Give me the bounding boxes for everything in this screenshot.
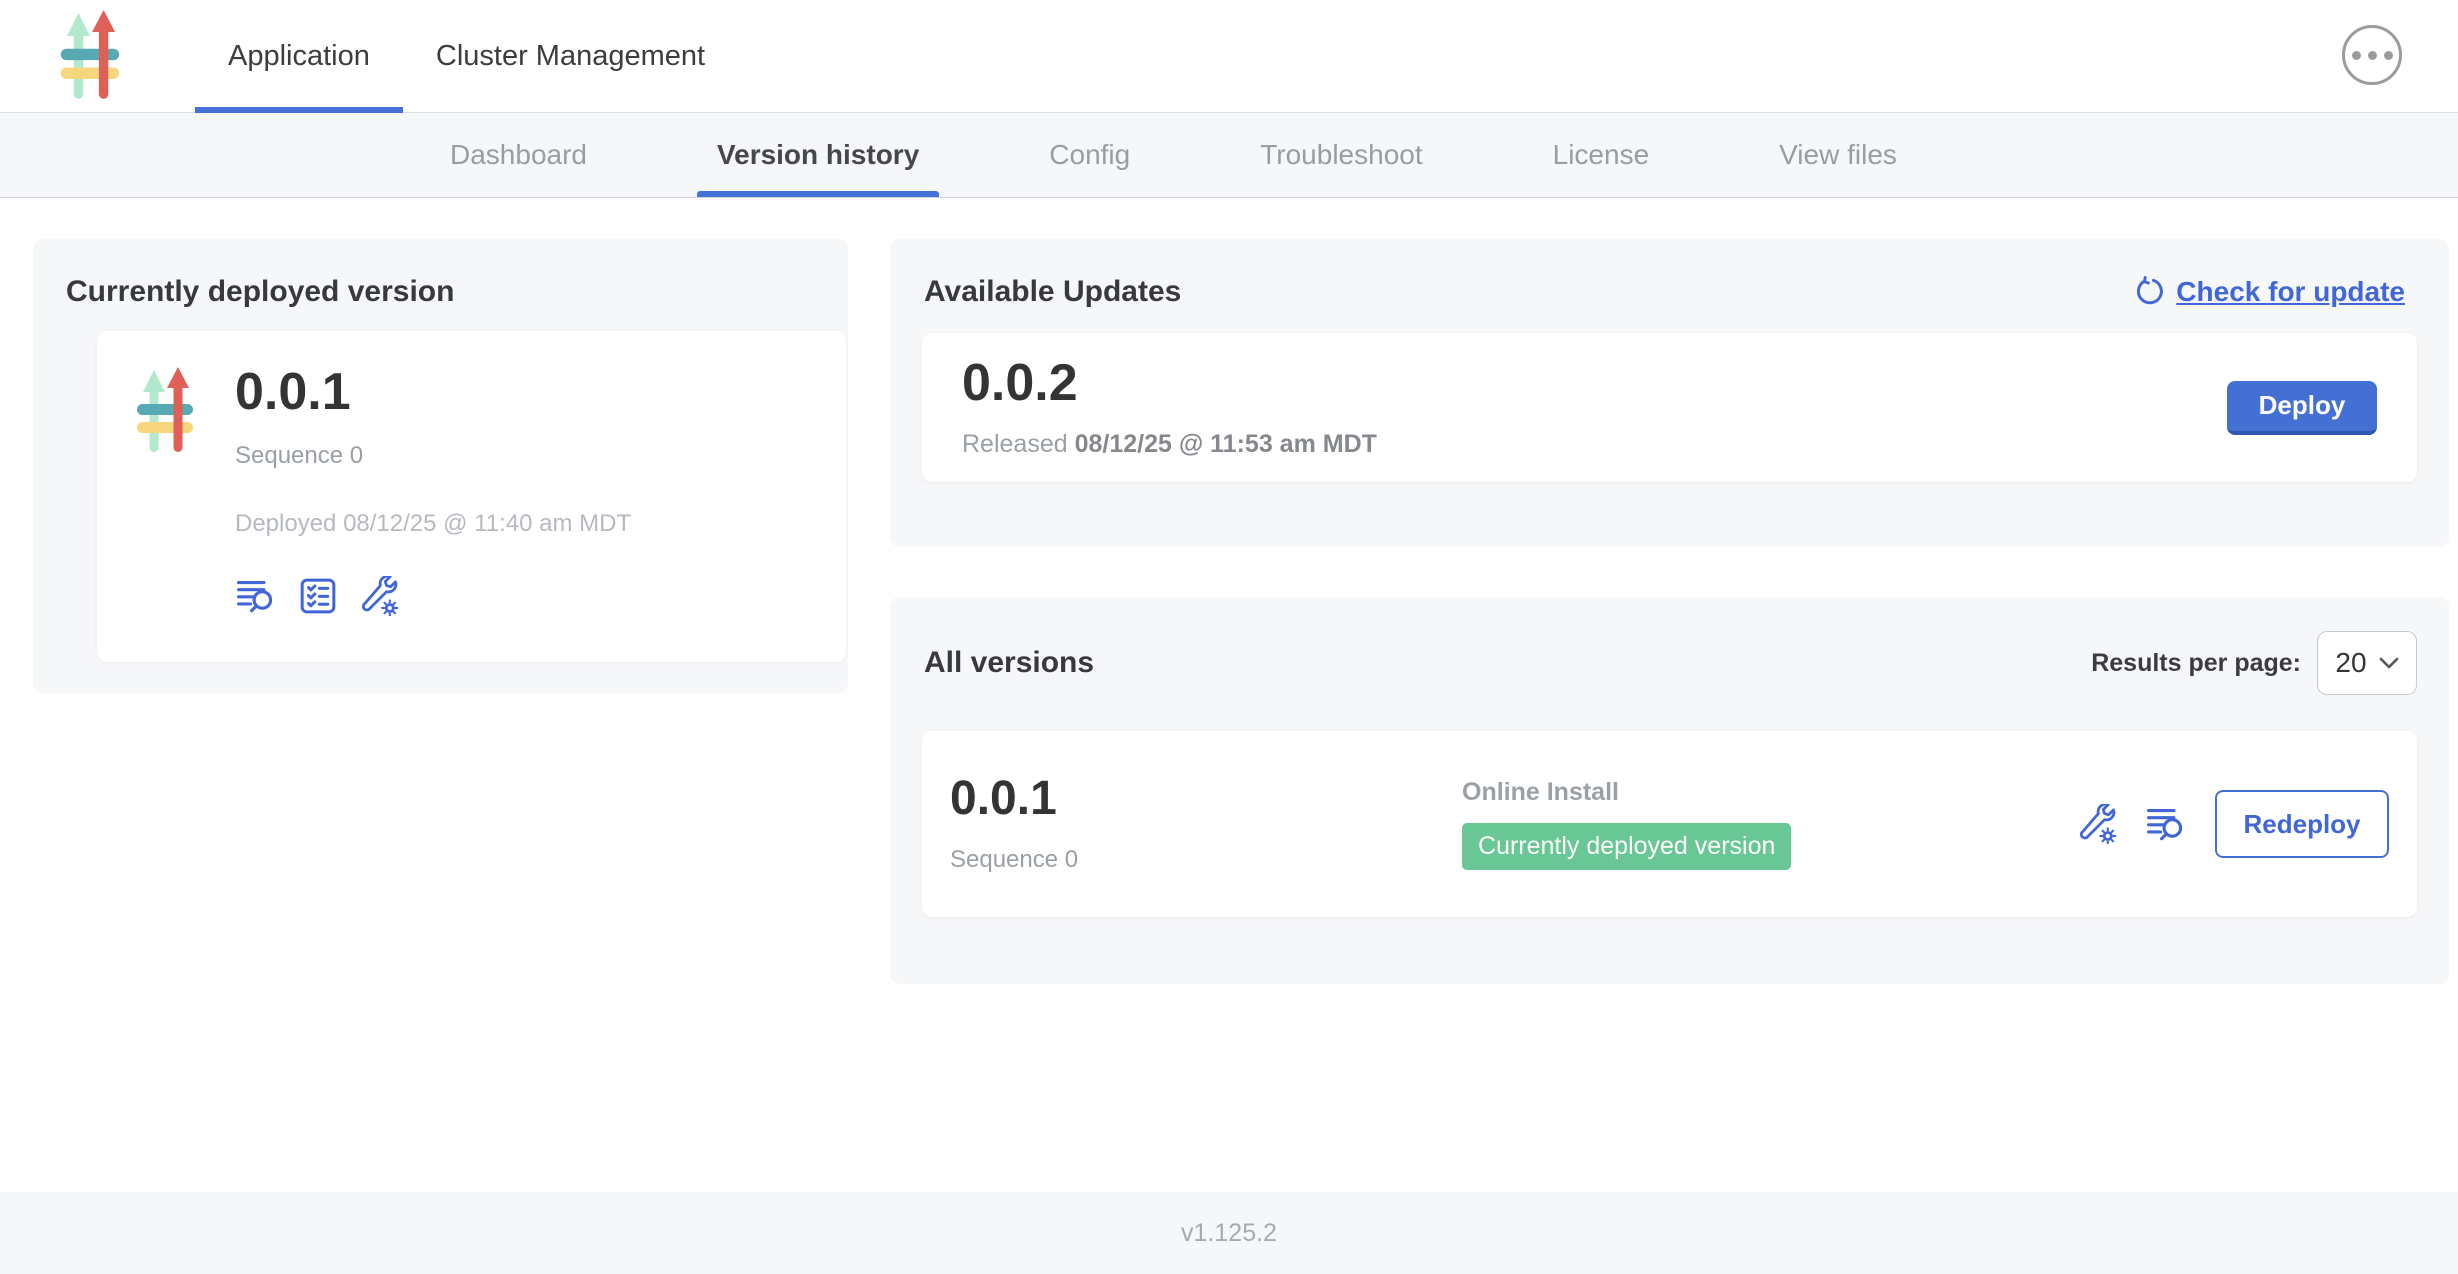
tab-cluster-management[interactable]: Cluster Management (403, 0, 738, 112)
currently-deployed-title: Currently deployed version (66, 275, 815, 309)
app-logo (55, 0, 125, 112)
subnav-version-history-label: Version history (717, 139, 919, 171)
update-row: 0.0.2 Released 08/12/25 @ 11:53 am MDT D… (922, 333, 2417, 482)
available-updates-title: Available Updates (924, 275, 1181, 309)
released-prefix: Released (962, 430, 1075, 458)
app-logo-icon (55, 9, 125, 103)
subnav-item-config[interactable]: Config (1049, 113, 1130, 197)
subnav-item-view-files[interactable]: View files (1779, 113, 1897, 197)
available-updates-card: Available Updates Check for update 0.0.2… (890, 239, 2449, 547)
update-released-timestamp: Released 08/12/25 @ 11:53 am MDT (962, 430, 1377, 459)
currently-deployed-badge: Currently deployed version (1462, 823, 1791, 870)
tab-application[interactable]: Application (195, 0, 403, 112)
subnav-item-troubleshoot[interactable]: Troubleshoot (1260, 113, 1422, 197)
app-logo-icon (135, 365, 195, 457)
preflight-checks-icon[interactable] (299, 577, 337, 615)
page-footer: v1.125.2 (0, 1192, 2458, 1274)
install-type: Online Install (1462, 778, 1791, 807)
row-version-number: 0.0.1 (950, 774, 1078, 824)
deployed-sequence: Sequence 0 (235, 442, 631, 470)
deployed-timestamp: Deployed 08/12/25 @ 11:40 am MDT (235, 510, 631, 538)
subnav-item-dashboard[interactable]: Dashboard (450, 113, 587, 197)
row-sequence: Sequence 0 (950, 846, 1078, 874)
release-notes-icon[interactable] (2145, 805, 2187, 843)
subnav-dashboard-label: Dashboard (450, 139, 587, 171)
edit-config-icon[interactable] (359, 576, 399, 616)
ellipsis-menu-icon[interactable] (2342, 25, 2402, 85)
currently-deployed-version-box: 0.0.1 Sequence 0 Deployed 08/12/25 @ 11:… (97, 331, 846, 662)
subnav-view-files-label: View files (1779, 139, 1897, 171)
chevron-down-icon (2379, 657, 2399, 670)
check-for-update-label: Check for update (2176, 276, 2405, 308)
top-tab-bar: Application Cluster Management (195, 0, 738, 112)
subnav-license-label: License (1553, 139, 1650, 171)
results-per-page-label: Results per page: (2091, 649, 2301, 678)
edit-config-icon[interactable] (2077, 804, 2117, 844)
console-version: v1.125.2 (1181, 1219, 1277, 1248)
main-content: Currently deployed version 0.0.1 Sequenc… (0, 198, 2458, 1192)
tab-cluster-management-label: Cluster Management (436, 40, 705, 73)
subnav-item-version-history[interactable]: Version history (717, 113, 919, 197)
deploy-button[interactable]: Deploy (2227, 381, 2377, 435)
release-notes-icon[interactable] (235, 577, 277, 615)
sub-nav: Dashboard Version history Config Trouble… (0, 113, 2458, 198)
results-per-page-select[interactable]: 20 (2317, 631, 2417, 695)
released-date: 08/12/25 @ 11:53 am MDT (1075, 430, 1377, 458)
deployed-version-number: 0.0.1 (235, 365, 631, 420)
subnav-troubleshoot-label: Troubleshoot (1260, 139, 1422, 171)
version-row: 0.0.1 Sequence 0 Online Install Currentl… (922, 731, 2417, 917)
subnav-config-label: Config (1049, 139, 1130, 171)
check-for-update-link[interactable]: Check for update (2132, 276, 2405, 308)
tab-application-label: Application (228, 40, 370, 73)
update-version-number: 0.0.2 (962, 356, 1377, 411)
refresh-icon (2132, 276, 2164, 308)
all-versions-title: All versions (924, 646, 1094, 680)
subnav-item-license[interactable]: License (1553, 113, 1650, 197)
top-nav: Application Cluster Management (0, 0, 2458, 113)
redeploy-button[interactable]: Redeploy (2215, 790, 2389, 858)
deployed-version-actions (235, 576, 631, 616)
results-per-page-value: 20 (2335, 647, 2366, 679)
all-versions-card: All versions Results per page: 20 0.0.1 … (890, 597, 2449, 984)
currently-deployed-card: Currently deployed version 0.0.1 Sequenc… (33, 239, 848, 693)
